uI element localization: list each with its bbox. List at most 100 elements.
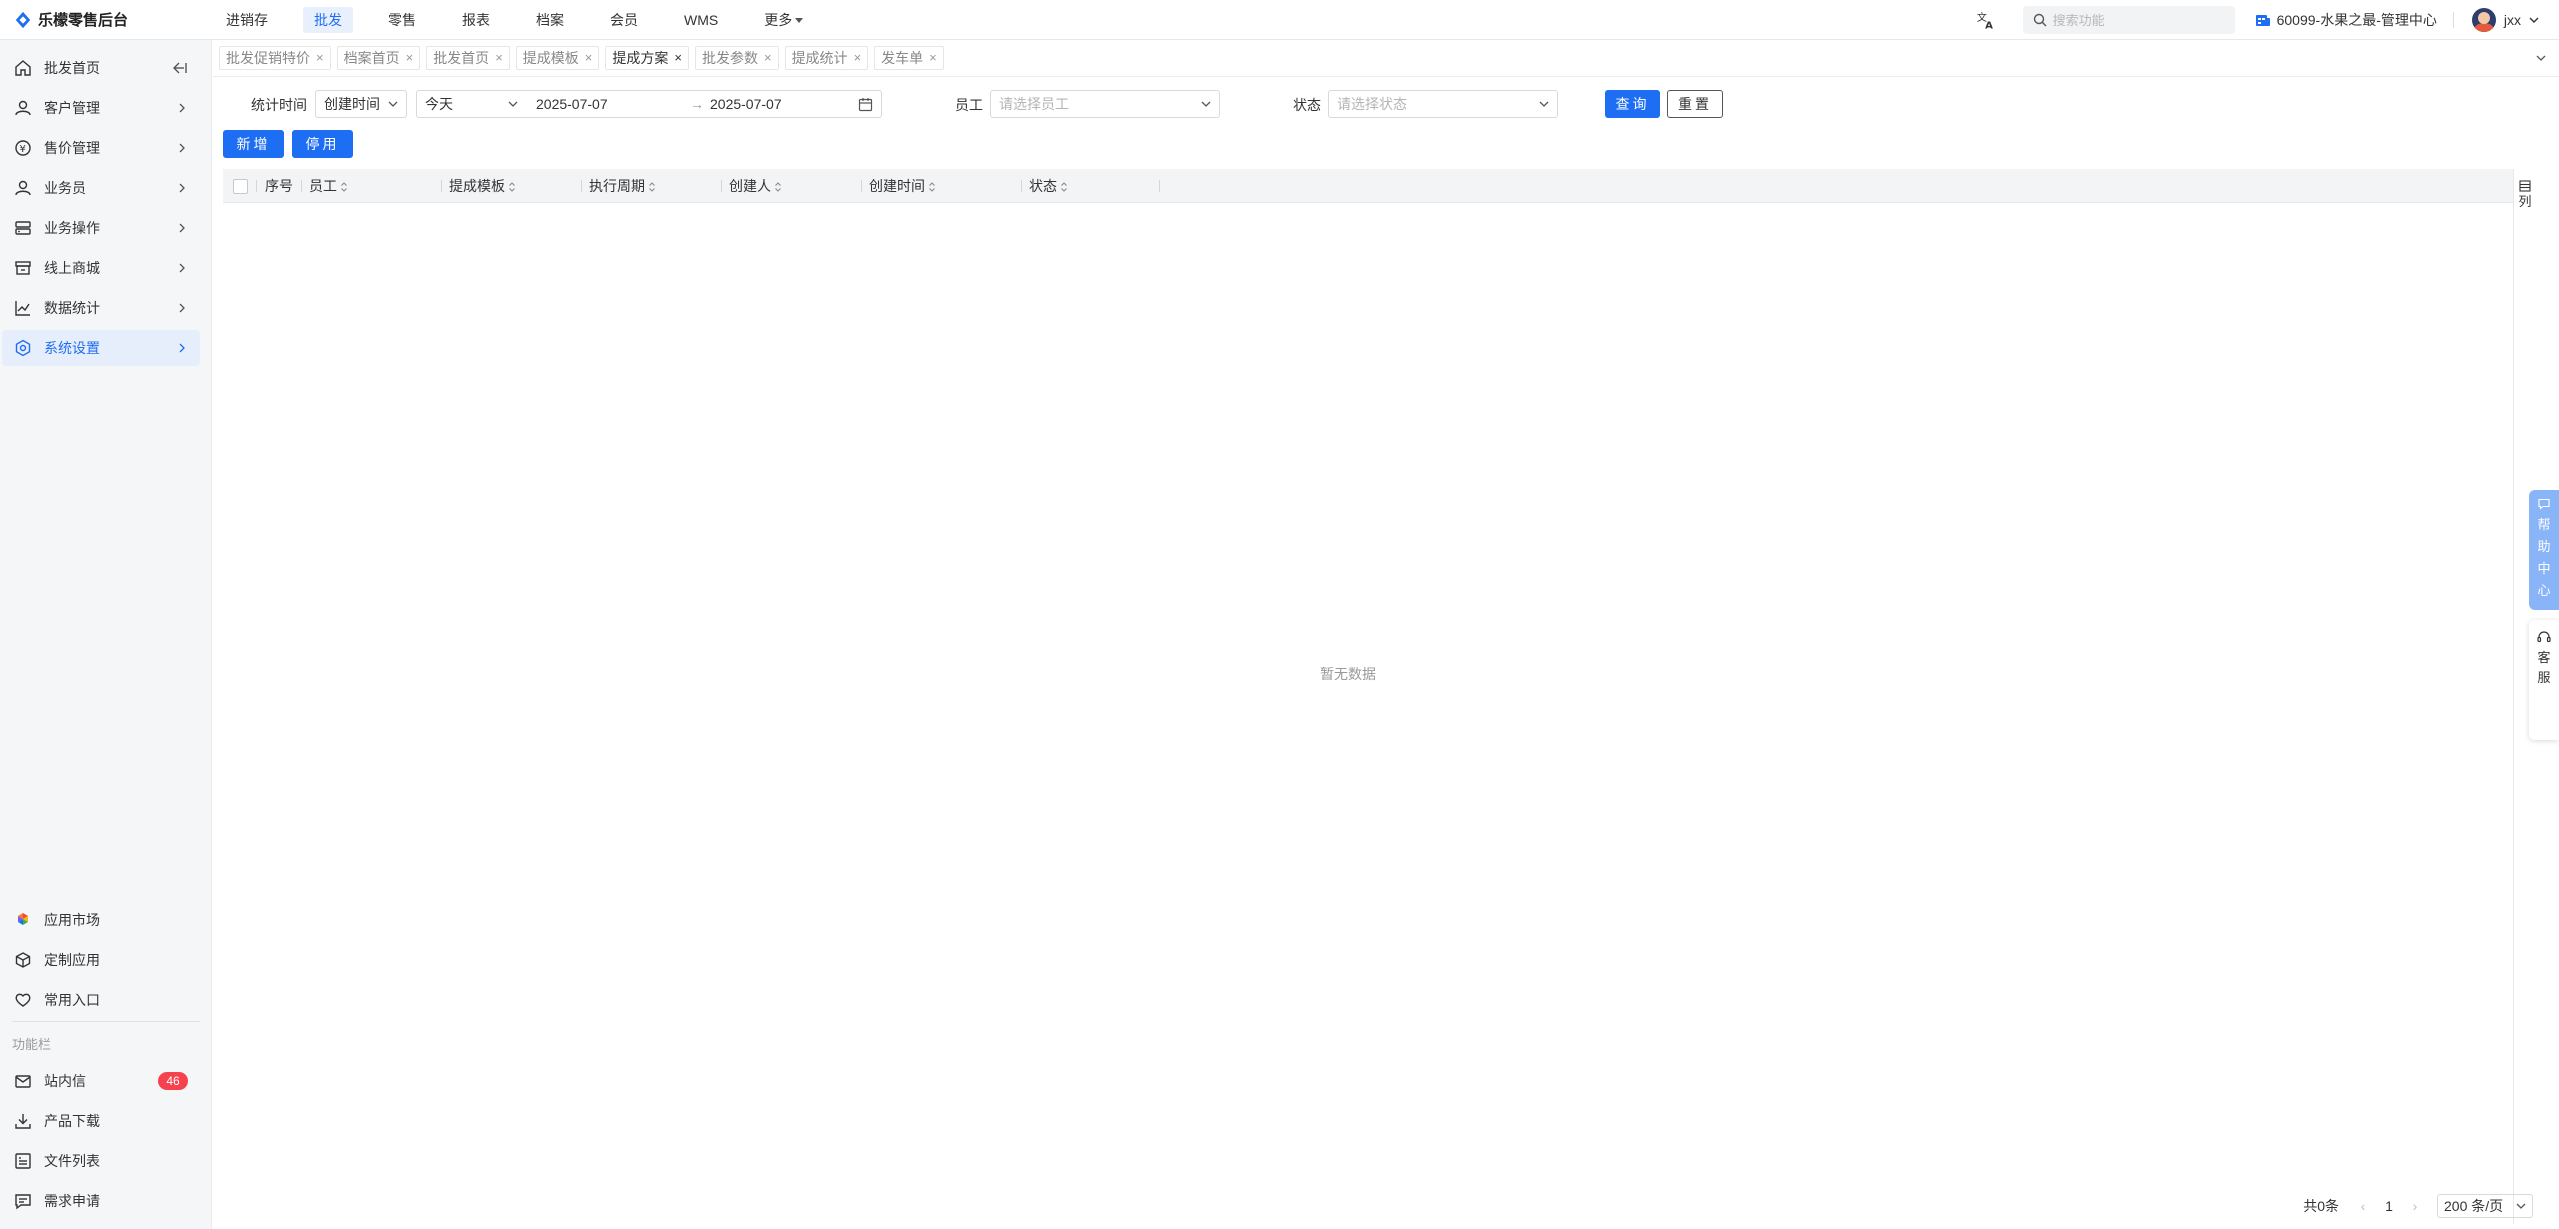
chevron-down-icon xyxy=(388,101,398,107)
help-center-button[interactable]: 帮 助 中 心 xyxy=(2529,490,2559,610)
column-label: 执行周期 xyxy=(589,178,645,194)
store-switcher[interactable]: 60099-水果之最-管理中心 xyxy=(2255,10,2437,30)
topnav-item-more[interactable]: 更多 xyxy=(753,7,814,33)
svg-text:A: A xyxy=(1985,20,1993,31)
prev-page-icon[interactable]: ‹ xyxy=(2353,1198,2373,1214)
close-icon[interactable]: × xyxy=(316,47,324,69)
close-icon[interactable]: × xyxy=(764,47,772,69)
column-label: 员工 xyxy=(309,178,337,194)
sidebar-item-messages[interactable]: 站内信 46 xyxy=(2,1063,200,1099)
topnav-item-wms[interactable]: WMS xyxy=(673,7,729,33)
column-employee[interactable]: 员工 xyxy=(309,169,348,203)
sort-icon[interactable] xyxy=(340,181,348,193)
close-icon[interactable]: × xyxy=(929,47,937,69)
close-icon[interactable]: × xyxy=(406,47,414,69)
topnav-item-wholesale[interactable]: 批发 xyxy=(303,6,353,33)
chevron-down-icon xyxy=(508,101,518,107)
user-menu[interactable]: jxx xyxy=(2471,8,2539,32)
status-label: 状态 xyxy=(1293,97,1321,113)
topnav-item-retail[interactable]: 零售 xyxy=(377,7,427,33)
column-divider xyxy=(256,180,257,192)
sidebar-item-salesman[interactable]: 业务员 xyxy=(2,170,200,206)
close-icon[interactable]: × xyxy=(674,47,682,69)
time-type-select[interactable]: 创建时间 xyxy=(315,90,407,118)
function-search[interactable] xyxy=(2022,6,2235,34)
current-page[interactable]: 1 xyxy=(2377,1198,2401,1214)
sidebar-item-statistics[interactable]: 数据统计 xyxy=(2,290,200,326)
date-range-picker[interactable]: 2025-07-07 → 2025-07-07 xyxy=(526,90,882,118)
close-icon[interactable]: × xyxy=(585,47,593,69)
search-icon xyxy=(2033,13,2047,27)
sidebar-item-app-market[interactable]: 应用市场 xyxy=(2,902,200,938)
sidebar-item-customer[interactable]: 客户管理 xyxy=(2,90,200,126)
status-select[interactable]: 请选择状态 xyxy=(1328,90,1558,118)
tab-commission-stats[interactable]: 提成统计 × xyxy=(784,46,869,70)
tabs-dropdown-icon[interactable] xyxy=(2535,52,2547,64)
chevron-down-icon xyxy=(1201,101,1211,107)
column-commission-template[interactable]: 提成模板 xyxy=(449,169,516,203)
function-group-label: 功能栏 xyxy=(12,1037,52,1052)
sidebar-item-price[interactable]: ¥ 售价管理 xyxy=(2,130,200,166)
sidebar-item-download[interactable]: 产品下载 xyxy=(2,1103,200,1139)
sidebar-item-file-list[interactable]: 文件列表 xyxy=(2,1143,200,1179)
tab-promotion-price[interactable]: 批发促销特价 × xyxy=(219,46,331,70)
topnav-item-members[interactable]: 会员 xyxy=(599,7,649,33)
start-date[interactable]: 2025-07-07 xyxy=(536,91,608,117)
sidebar: 批发首页 客户管理 ¥ 售价管理 业务员 业务操作 线上商城 数据统计 系统设置 xyxy=(0,40,212,1229)
disable-button[interactable]: 停用 xyxy=(292,130,353,158)
file-list-icon xyxy=(15,1153,31,1169)
sidebar-item-label: 批发首页 xyxy=(44,60,100,76)
topnav-item-archives[interactable]: 档案 xyxy=(525,7,575,33)
sidebar-item-wholesale-home[interactable]: 批发首页 xyxy=(2,50,200,86)
range-preset-select[interactable]: 今天 xyxy=(416,90,527,118)
column-index: 序号 xyxy=(265,178,293,194)
tab-commission-plan[interactable]: 提成方案 × xyxy=(605,46,689,70)
sort-icon[interactable] xyxy=(928,181,936,193)
topnav-item-inventory[interactable]: 进销存 xyxy=(215,7,279,33)
column-creator[interactable]: 创建人 xyxy=(729,169,782,203)
column-divider xyxy=(301,180,302,192)
column-created-time[interactable]: 创建时间 xyxy=(869,169,936,203)
time-type-value: 创建时间 xyxy=(324,96,380,112)
sidebar-item-online-mall[interactable]: 线上商城 xyxy=(2,250,200,286)
select-all-checkbox[interactable] xyxy=(233,179,248,194)
collapse-sidebar-icon[interactable] xyxy=(172,61,188,75)
customer-service-button[interactable]: 客 服 xyxy=(2529,620,2559,740)
sidebar-item-favorites[interactable]: 常用入口 xyxy=(2,982,200,1018)
close-icon[interactable]: × xyxy=(495,47,503,69)
column-divider xyxy=(1021,180,1022,192)
sort-icon[interactable] xyxy=(1060,181,1068,193)
next-page-icon[interactable]: › xyxy=(2405,1198,2425,1214)
employee-select[interactable]: 请选择员工 xyxy=(990,90,1220,118)
app-logo[interactable]: 乐檬零售后台 xyxy=(0,9,212,30)
tab-wholesale-params[interactable]: 批发参数 × xyxy=(694,46,779,70)
close-icon[interactable]: × xyxy=(854,47,862,69)
column-setting[interactable]: 列 xyxy=(2517,180,2533,210)
sidebar-item-label: 线上商城 xyxy=(44,260,100,276)
sort-icon[interactable] xyxy=(508,181,516,193)
tab-wholesale-home[interactable]: 批发首页 × xyxy=(426,46,510,70)
sidebar-item-label: 业务操作 xyxy=(44,220,100,236)
sidebar-item-request[interactable]: 需求申请 xyxy=(2,1183,200,1219)
sidebar-item-label: 客户管理 xyxy=(44,100,100,116)
sidebar-item-custom-app[interactable]: 定制应用 xyxy=(2,942,200,978)
end-date[interactable]: 2025-07-07 xyxy=(710,91,782,117)
sidebar-item-settings[interactable]: 系统设置 xyxy=(2,330,200,366)
topnav-item-reports[interactable]: 报表 xyxy=(451,7,501,33)
sidebar-item-operations[interactable]: 业务操作 xyxy=(2,210,200,246)
person-icon xyxy=(15,100,31,116)
translate-icon[interactable]: 文 A xyxy=(1975,9,1997,31)
sort-icon[interactable] xyxy=(774,181,782,193)
page-size-select[interactable]: 200 条/页 xyxy=(2437,1194,2533,1218)
sort-icon[interactable] xyxy=(648,181,656,193)
reset-button[interactable]: 重置 xyxy=(1667,90,1723,118)
chevron-right-icon xyxy=(179,103,185,113)
tab-archives-home[interactable]: 档案首页 × xyxy=(336,46,421,70)
column-execution-period[interactable]: 执行周期 xyxy=(589,169,656,203)
query-button[interactable]: 查询 xyxy=(1605,90,1660,118)
column-status[interactable]: 状态 xyxy=(1029,169,1068,203)
tab-dispatch-order[interactable]: 发车单 × xyxy=(874,46,944,70)
search-input[interactable] xyxy=(2052,12,2223,28)
tab-commission-template[interactable]: 提成模板 × xyxy=(515,46,600,70)
add-button[interactable]: 新增 xyxy=(223,130,284,158)
